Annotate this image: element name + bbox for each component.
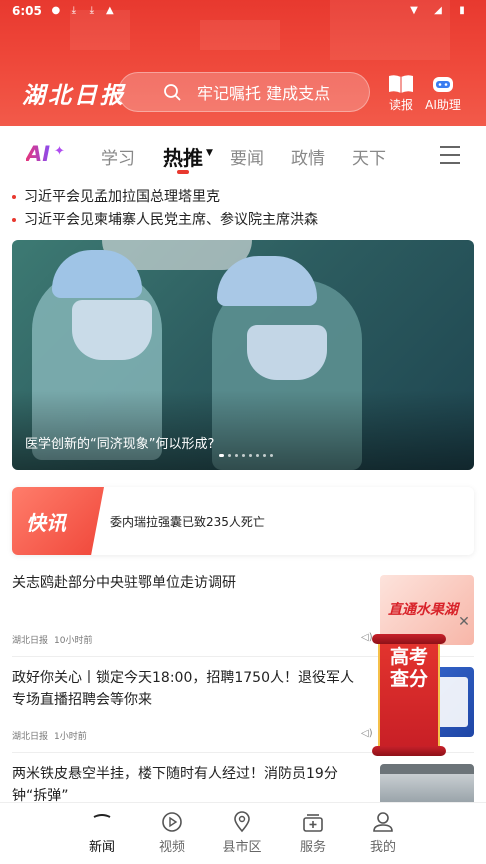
app-notification-icon: ▲ xyxy=(106,5,114,16)
search-icon xyxy=(163,83,183,103)
news-thumbnail xyxy=(380,764,474,802)
close-icon[interactable]: ✕ xyxy=(456,614,472,630)
download-icon: ⤓ xyxy=(71,5,77,16)
book-icon xyxy=(389,75,413,93)
nav-news[interactable]: 新闻 xyxy=(77,811,127,855)
carousel-dots xyxy=(219,454,273,457)
user-icon xyxy=(373,812,393,832)
nav-label: 县市区 xyxy=(222,840,262,855)
news-title: 政好你关心丨锁定今天18:00，招聘1750人！退役军人专场直播招聘会等你来 xyxy=(12,670,354,708)
news-meta: 湖北日报 10小时前 xyxy=(12,633,98,646)
news-time: 1小时前 xyxy=(54,732,87,742)
surgical-mask xyxy=(72,300,152,360)
surgical-mask xyxy=(247,325,327,380)
wifi-icon: ▼ xyxy=(410,5,418,16)
signal-icon: ◢ xyxy=(434,5,442,16)
nav-profile[interactable]: 我的 xyxy=(358,811,408,855)
flash-badge: 快讯 xyxy=(12,487,104,555)
nav-video[interactable]: 视频 xyxy=(147,811,197,855)
news-title: 两米铁皮悬空半挂，楼下随时有人经过！消防员19分钟“拆弹” xyxy=(12,766,338,804)
alert-icon: ● xyxy=(51,5,61,16)
channel-tabs: AI ✦ 学习 热推 ▼ 要闻 政情 天下 xyxy=(0,126,486,184)
download-icon: ⤓ xyxy=(89,5,95,16)
service-box-icon xyxy=(303,814,323,832)
tab-ai[interactable]: AI xyxy=(26,142,50,166)
robot-icon xyxy=(433,77,453,92)
location-icon xyxy=(234,811,250,833)
hero-banner[interactable]: 医学创新的“同济现象”何以形成? xyxy=(12,240,474,470)
bullet-dot xyxy=(12,218,16,222)
nav-label: 服务 xyxy=(299,840,326,855)
thumbnail-text: 直通水果湖 xyxy=(388,602,458,618)
news-title: 关志鸥赴部分中央驻鄂单位走访调研 xyxy=(12,575,236,591)
bottom-nav: 新闻 视频 县市区 服务 我的 xyxy=(0,802,486,864)
news-meta: 湖北日报 1小时前 xyxy=(12,729,93,742)
app-logo[interactable]: 湖北日报 xyxy=(22,76,126,110)
read-paper-label: 读报 xyxy=(388,98,413,112)
play-icon xyxy=(162,812,182,832)
headline-text: 习近平会见柬埔寨人民党主席、参议院主席洪森 xyxy=(24,212,318,228)
menu-icon[interactable] xyxy=(440,146,460,164)
flash-text: 委内瑞拉强囊已致235人死亡 xyxy=(110,515,265,529)
caret-down-icon[interactable]: ▼ xyxy=(206,148,213,158)
speaker-icon[interactable]: ◁) xyxy=(361,632,373,643)
floating-exam-ad[interactable]: 高考查分 xyxy=(372,634,446,762)
news-time: 10小时前 xyxy=(54,636,93,646)
flash-badge-label: 快讯 xyxy=(26,511,66,535)
tab-hot[interactable]: 热推 xyxy=(163,142,203,171)
app-header: 6:05 ● ⤓ ⤓ ▲ ▼ ◢ ▮ 湖北日报 牢记嘱托 建成支点 读报 AI助… xyxy=(0,0,486,126)
caption-gradient xyxy=(12,390,474,470)
news-source: 湖北日报 xyxy=(12,732,49,742)
battery-icon: ▮ xyxy=(459,5,465,16)
nav-service[interactable]: 服务 xyxy=(288,811,338,855)
bullet-dot xyxy=(12,195,16,199)
search-placeholder: 牢记嘱托 建成支点 xyxy=(197,84,331,103)
scroll-roll xyxy=(372,634,446,644)
news-flash[interactable]: 快讯 委内瑞拉强囊已致235人死亡 xyxy=(12,487,474,555)
read-paper-button[interactable]: 读报 xyxy=(378,74,424,113)
nav-label: 我的 xyxy=(369,840,396,855)
exam-ad-text: 高考查分 xyxy=(389,646,428,690)
top-headline[interactable]: 习近平会见孟加拉国总理塔里克 xyxy=(12,186,220,206)
top-headline[interactable]: 习近平会见柬埔寨人民党主席、参议院主席洪森 xyxy=(12,209,318,229)
scroll-roll xyxy=(372,746,446,756)
ai-assistant-label: AI助理 xyxy=(425,98,461,112)
building-graphic xyxy=(380,764,474,774)
banner-caption: 医学创新的“同济现象”何以形成? xyxy=(25,437,215,452)
search-bar[interactable]: 牢记嘱托 建成支点 xyxy=(118,72,370,112)
news-source: 湖北日报 xyxy=(12,636,49,646)
tab-study[interactable]: 学习 xyxy=(101,144,135,169)
headline-text: 习近平会见孟加拉国总理塔里克 xyxy=(24,189,220,205)
status-bar: 6:05 ● ⤓ ⤓ ▲ ▼ ◢ ▮ xyxy=(0,0,486,22)
ai-assistant-button[interactable]: AI助理 xyxy=(420,74,466,113)
tab-politics[interactable]: 政情 xyxy=(291,144,325,169)
nav-county[interactable]: 县市区 xyxy=(217,811,267,855)
speaker-icon[interactable]: ◁) xyxy=(361,728,373,739)
status-time: 6:05 xyxy=(12,4,42,18)
nav-label: 新闻 xyxy=(88,840,115,855)
nav-label: 视频 xyxy=(158,840,185,855)
tab-news[interactable]: 要闻 xyxy=(230,144,264,169)
news-icon xyxy=(93,814,111,818)
active-tab-indicator xyxy=(177,170,189,174)
header-decoration xyxy=(200,20,280,50)
sparkle-icon: ✦ xyxy=(54,144,65,159)
tab-world[interactable]: 天下 xyxy=(352,144,386,169)
